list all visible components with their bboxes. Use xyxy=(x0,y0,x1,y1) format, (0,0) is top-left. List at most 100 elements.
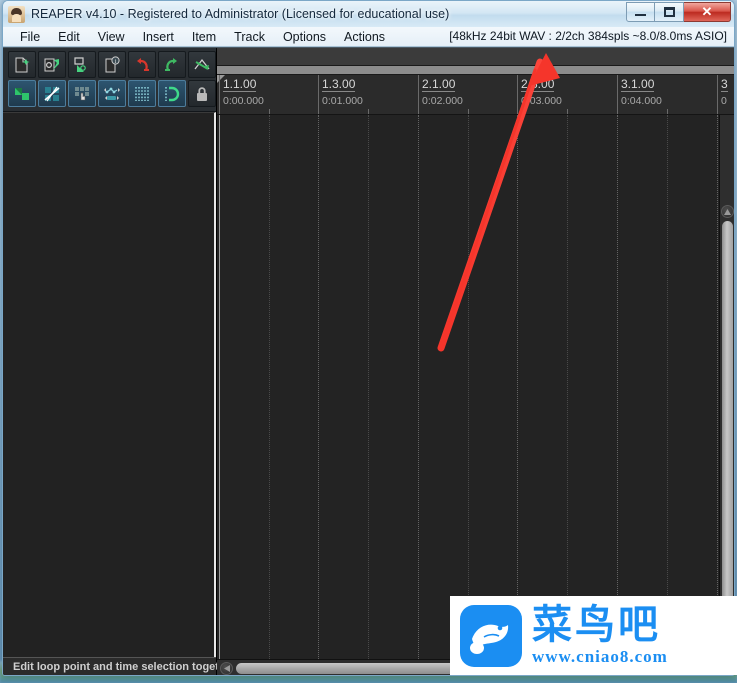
loop-selection-bar[interactable] xyxy=(217,66,734,75)
redo-arrow-icon xyxy=(165,57,177,71)
ruler-mark-time: 0:04.000 xyxy=(621,95,662,107)
ruler-tick xyxy=(418,109,419,114)
menu-item-file[interactable]: File xyxy=(12,29,48,45)
toolbar-row-2 xyxy=(8,80,216,107)
menu-item-track[interactable]: Track xyxy=(226,29,273,45)
timeline-ruler[interactable]: 1.1.00 0:00.000 1.3.00 0:01.000 2.1.00 0:02.0… xyxy=(217,75,734,115)
split-item-icon xyxy=(15,87,29,100)
ruler-tick xyxy=(318,109,319,114)
mouse-modifier-button[interactable] xyxy=(68,80,96,107)
window-controls: ✕ xyxy=(626,2,731,22)
project-settings-button[interactable]: i xyxy=(98,51,126,78)
arrange-gridline xyxy=(418,115,419,659)
minimize-button[interactable] xyxy=(626,2,655,22)
arrange-gridline xyxy=(667,115,668,659)
ruler-mark-beat: 2.3.00 xyxy=(521,77,555,92)
grid-dots-icon xyxy=(135,86,149,101)
lock-icon xyxy=(197,86,207,101)
toolbar-extension-strip xyxy=(217,48,734,66)
watermark-banner: 菜鸟吧 www.cniao8.com xyxy=(450,596,737,675)
title-bar: REAPER v4.10 - Registered to Administrat… xyxy=(3,1,734,27)
watermark-url: www.cniao8.com xyxy=(532,646,668,666)
desktop-background: REAPER v4.10 - Registered to Administrat… xyxy=(0,0,737,683)
automation-mode-button[interactable] xyxy=(98,80,126,107)
new-project-button[interactable] xyxy=(8,51,36,78)
track-control-panel[interactable] xyxy=(3,112,216,657)
ruler-mark-time: 0:02.000 xyxy=(422,95,463,107)
arrange-gridline xyxy=(567,115,568,659)
save-project-icon xyxy=(74,56,86,72)
menu-item-options[interactable]: Options xyxy=(275,29,334,45)
minimize-icon xyxy=(635,13,646,16)
close-icon: ✕ xyxy=(701,4,713,19)
undo-button[interactable] xyxy=(128,51,156,78)
ruler-tick xyxy=(219,109,220,114)
menu-bar: File Edit View Insert Item Track Options… xyxy=(3,27,734,47)
loop-toggle-button[interactable] xyxy=(158,80,186,107)
ruler-mark-beat: 3.1.00 xyxy=(621,77,655,92)
arrange-gridline xyxy=(368,115,369,659)
watermark-brand: 菜鸟吧 xyxy=(532,601,661,648)
envelope-icon xyxy=(194,58,210,70)
maximize-button[interactable] xyxy=(655,2,684,22)
ruler-mark-beat: 1.1.00 xyxy=(223,77,257,92)
arrange-gridline xyxy=(318,115,319,659)
arrange-gridline xyxy=(269,115,270,659)
scroll-up-arrow-icon[interactable] xyxy=(721,205,734,218)
status-bar: Edit loop point and time selection toget… xyxy=(3,657,236,675)
ruler-mark-time: 0 xyxy=(721,95,727,107)
hand-grid-icon xyxy=(75,86,89,100)
menu-item-insert[interactable]: Insert xyxy=(135,29,182,45)
ruler-tick xyxy=(717,109,718,114)
crossfade-icon xyxy=(44,86,60,101)
ruler-mark-time: 0:03.000 xyxy=(521,95,562,107)
arrange-gridline xyxy=(468,115,469,659)
open-project-button[interactable] xyxy=(38,51,66,78)
menu-item-actions[interactable]: Actions xyxy=(336,29,393,45)
item-split-button[interactable] xyxy=(8,80,36,107)
left-column: i Edit loop point and time selection tog… xyxy=(3,48,236,675)
ruler-mark-beat: 2.1.00 xyxy=(422,77,456,92)
audio-device-status: [48kHz 24bit WAV : 2/2ch 384spls ~8.0/8.… xyxy=(449,29,727,43)
ruler-mark-beat: 3 xyxy=(721,77,728,92)
item-crossfade-button[interactable] xyxy=(38,80,66,107)
menu-item-edit[interactable]: Edit xyxy=(50,29,88,45)
menu-item-item[interactable]: Item xyxy=(184,29,224,45)
arrange-gridline xyxy=(517,115,518,659)
edit-cursor xyxy=(219,115,220,659)
watermark-text: 菜鸟吧 www.cniao8.com xyxy=(532,605,668,667)
vertical-scrollbar-thumb[interactable] xyxy=(722,221,733,649)
ruler-mark-time: 0:00.000 xyxy=(223,95,264,107)
reaper-main-window: REAPER v4.10 - Registered to Administrat… xyxy=(2,0,735,676)
ruler-tick xyxy=(667,109,668,114)
status-bar-text: Edit loop point and time selection toget… xyxy=(13,661,237,673)
bird-glyph-icon xyxy=(470,624,509,654)
vertical-scrollbar[interactable] xyxy=(719,115,734,659)
close-button[interactable]: ✕ xyxy=(684,2,731,22)
ruler-mark-time: 0:01.000 xyxy=(322,95,363,107)
project-settings-icon: i xyxy=(105,55,120,72)
ruler-tick xyxy=(517,109,518,114)
menu-item-view[interactable]: View xyxy=(90,29,133,45)
lock-button[interactable] xyxy=(188,80,216,107)
toolbar-row-1: i xyxy=(8,51,216,78)
undo-arrow-icon xyxy=(137,57,149,71)
cniao8-bird-logo xyxy=(460,604,522,667)
loop-magnet-icon xyxy=(165,86,180,101)
grid-toggle-button[interactable] xyxy=(128,80,156,107)
reaper-body: i Edit loop point and time selection tog… xyxy=(3,47,734,675)
ruler-mark-beat: 1.3.00 xyxy=(322,77,356,92)
ruler-ticks xyxy=(217,108,734,114)
maximize-icon xyxy=(663,7,675,17)
scroll-left-arrow-icon[interactable] xyxy=(220,662,233,675)
ruler-tick xyxy=(567,109,568,114)
save-project-button[interactable] xyxy=(68,51,96,78)
ruler-tick xyxy=(368,109,369,114)
window-title: REAPER v4.10 - Registered to Administrat… xyxy=(31,7,450,21)
main-toolbar: i xyxy=(3,48,216,112)
new-project-icon xyxy=(15,57,30,72)
arrange-view[interactable] xyxy=(217,115,734,659)
redo-button[interactable] xyxy=(158,51,186,78)
envelope-button[interactable] xyxy=(188,51,216,78)
arrange-column: 1.1.00 0:00.000 1.3.00 0:01.000 2.1.00 0:02.0… xyxy=(217,48,734,675)
